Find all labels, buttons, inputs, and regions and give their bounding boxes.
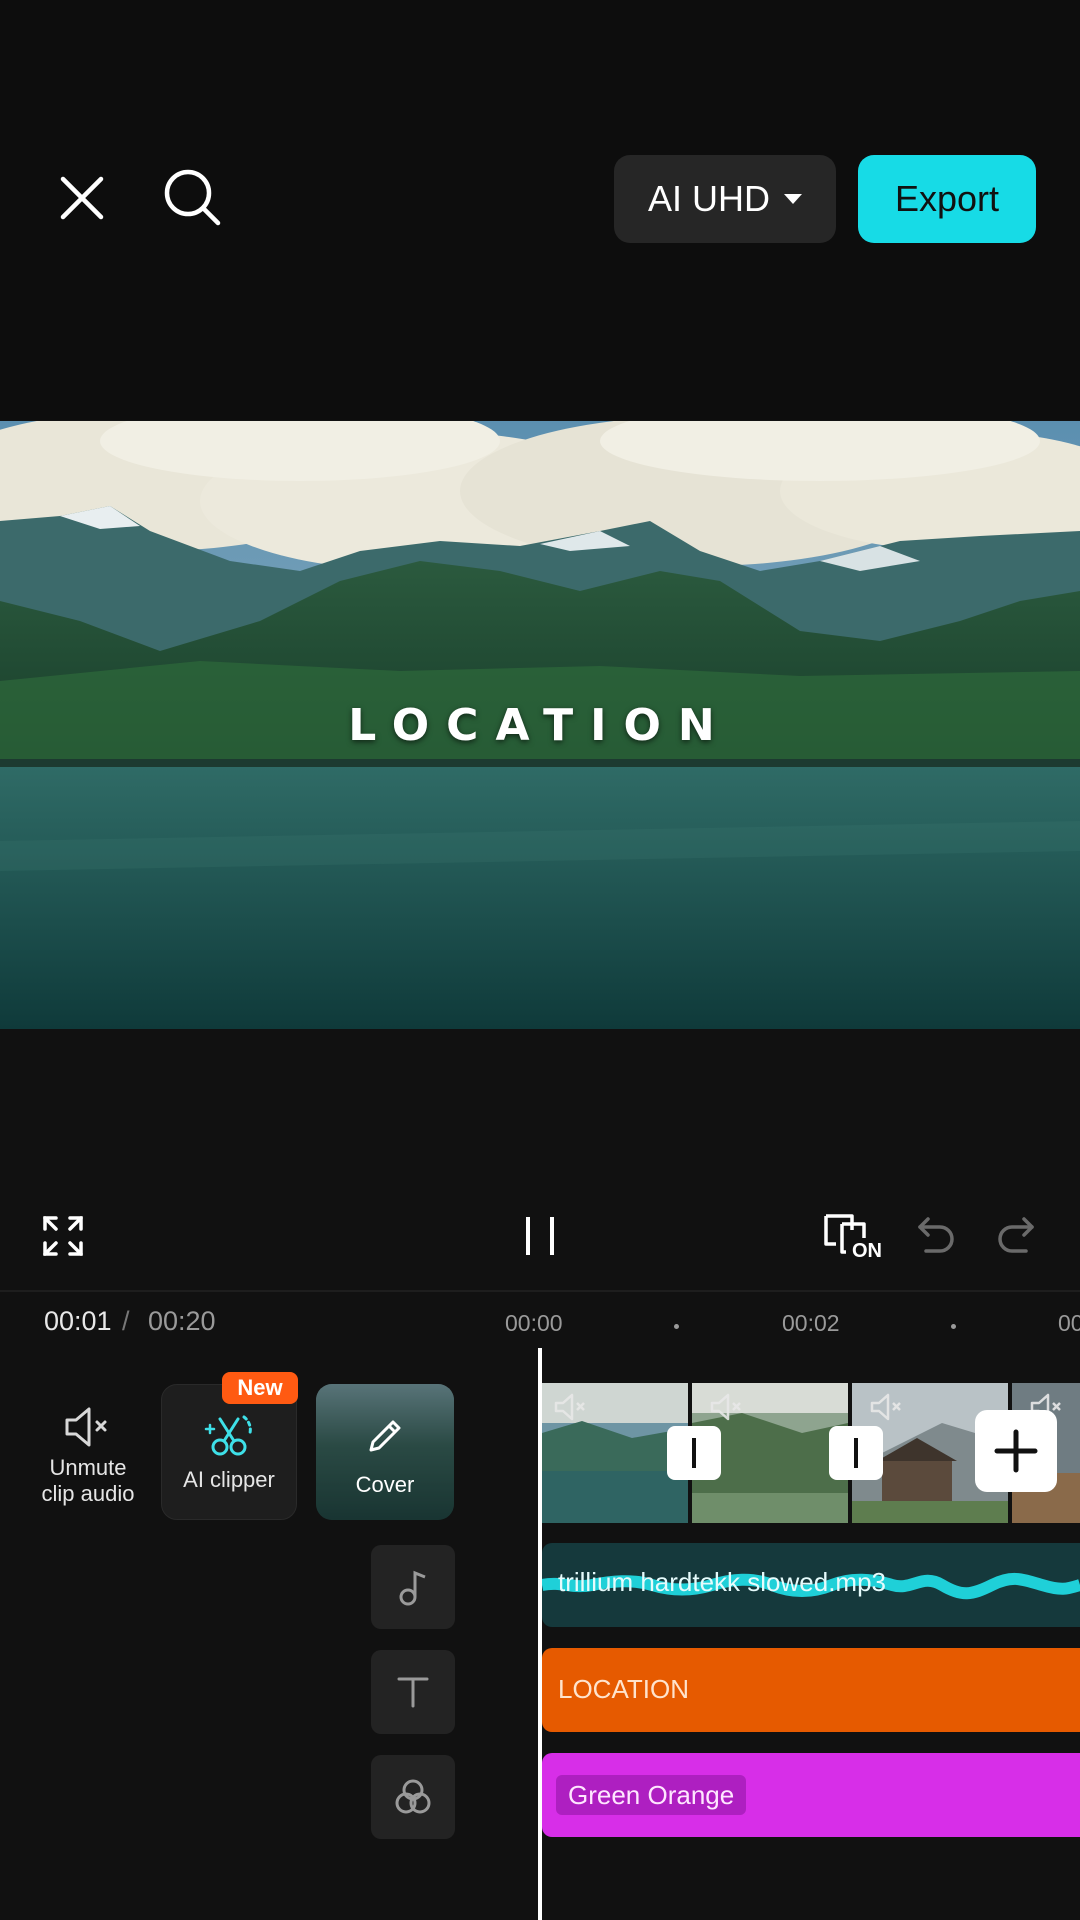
main-track-toggle[interactable]: ON [820, 1210, 886, 1268]
ai-clipper-label: AI clipper [183, 1467, 275, 1492]
effects-icon [395, 1779, 431, 1814]
transition-icon [854, 1438, 858, 1468]
close-icon[interactable] [52, 168, 112, 228]
cover-label: Cover [355, 1472, 415, 1497]
resolution-dropdown[interactable]: AI UHD [614, 155, 836, 243]
chevron-down-icon [784, 194, 802, 204]
preview-overlay-text: LOCATION [348, 700, 732, 751]
ruler-label: 00:02 [782, 1310, 840, 1336]
new-badge: New [222, 1372, 298, 1404]
ai-clipper-button[interactable]: AI clipper [161, 1384, 297, 1520]
add-effect-button[interactable] [371, 1755, 455, 1839]
time-separator: / [122, 1306, 130, 1336]
ruler-dot [674, 1324, 679, 1329]
text-track[interactable]: LOCATION [542, 1648, 1080, 1732]
transition-button[interactable] [667, 1426, 721, 1480]
speaker-muted-icon [65, 1407, 107, 1447]
search-icon[interactable] [160, 165, 226, 231]
ruler-label: 00:00 [505, 1310, 563, 1336]
plus-icon [994, 1429, 1038, 1473]
main-track-badge: ON [852, 1240, 882, 1262]
ruler-dot [951, 1324, 956, 1329]
undo-icon[interactable] [916, 1215, 956, 1257]
add-audio-button[interactable] [371, 1545, 455, 1629]
resolution-label: AI UHD [647, 178, 770, 219]
unmute-clip-audio-button[interactable]: Unmute clip audio [28, 1396, 148, 1516]
redo-icon[interactable] [996, 1215, 1036, 1257]
fullscreen-icon[interactable] [40, 1213, 86, 1259]
music-note-icon [399, 1570, 426, 1606]
export-button[interactable]: Export [858, 155, 1036, 243]
audio-track[interactable]: trillium hardtekk slowed.mp3 [542, 1543, 1080, 1627]
audio-track-name: trillium hardtekk slowed.mp3 [558, 1567, 887, 1597]
text-track-name: LOCATION [558, 1674, 689, 1704]
filter-track[interactable]: Green Orange [542, 1753, 1080, 1837]
pencil-icon [369, 1420, 401, 1452]
add-text-button[interactable] [371, 1650, 455, 1734]
ai-scissors-icon [204, 1415, 252, 1456]
total-time: 00:20 [148, 1306, 216, 1336]
unmute-label: Unmute clip audio [41, 1455, 135, 1506]
pause-icon[interactable] [520, 1213, 560, 1259]
text-icon [397, 1677, 429, 1708]
transition-icon [692, 1438, 696, 1468]
ruler-label: 00 [1058, 1310, 1080, 1336]
current-time: 00:01 [44, 1306, 112, 1336]
cover-button[interactable]: Cover [316, 1384, 454, 1520]
playhead[interactable] [538, 1348, 542, 1920]
filter-track-name: Green Orange [556, 1775, 747, 1815]
transition-button[interactable] [829, 1426, 883, 1480]
add-clip-button[interactable] [975, 1410, 1057, 1492]
divider [0, 1290, 1080, 1292]
